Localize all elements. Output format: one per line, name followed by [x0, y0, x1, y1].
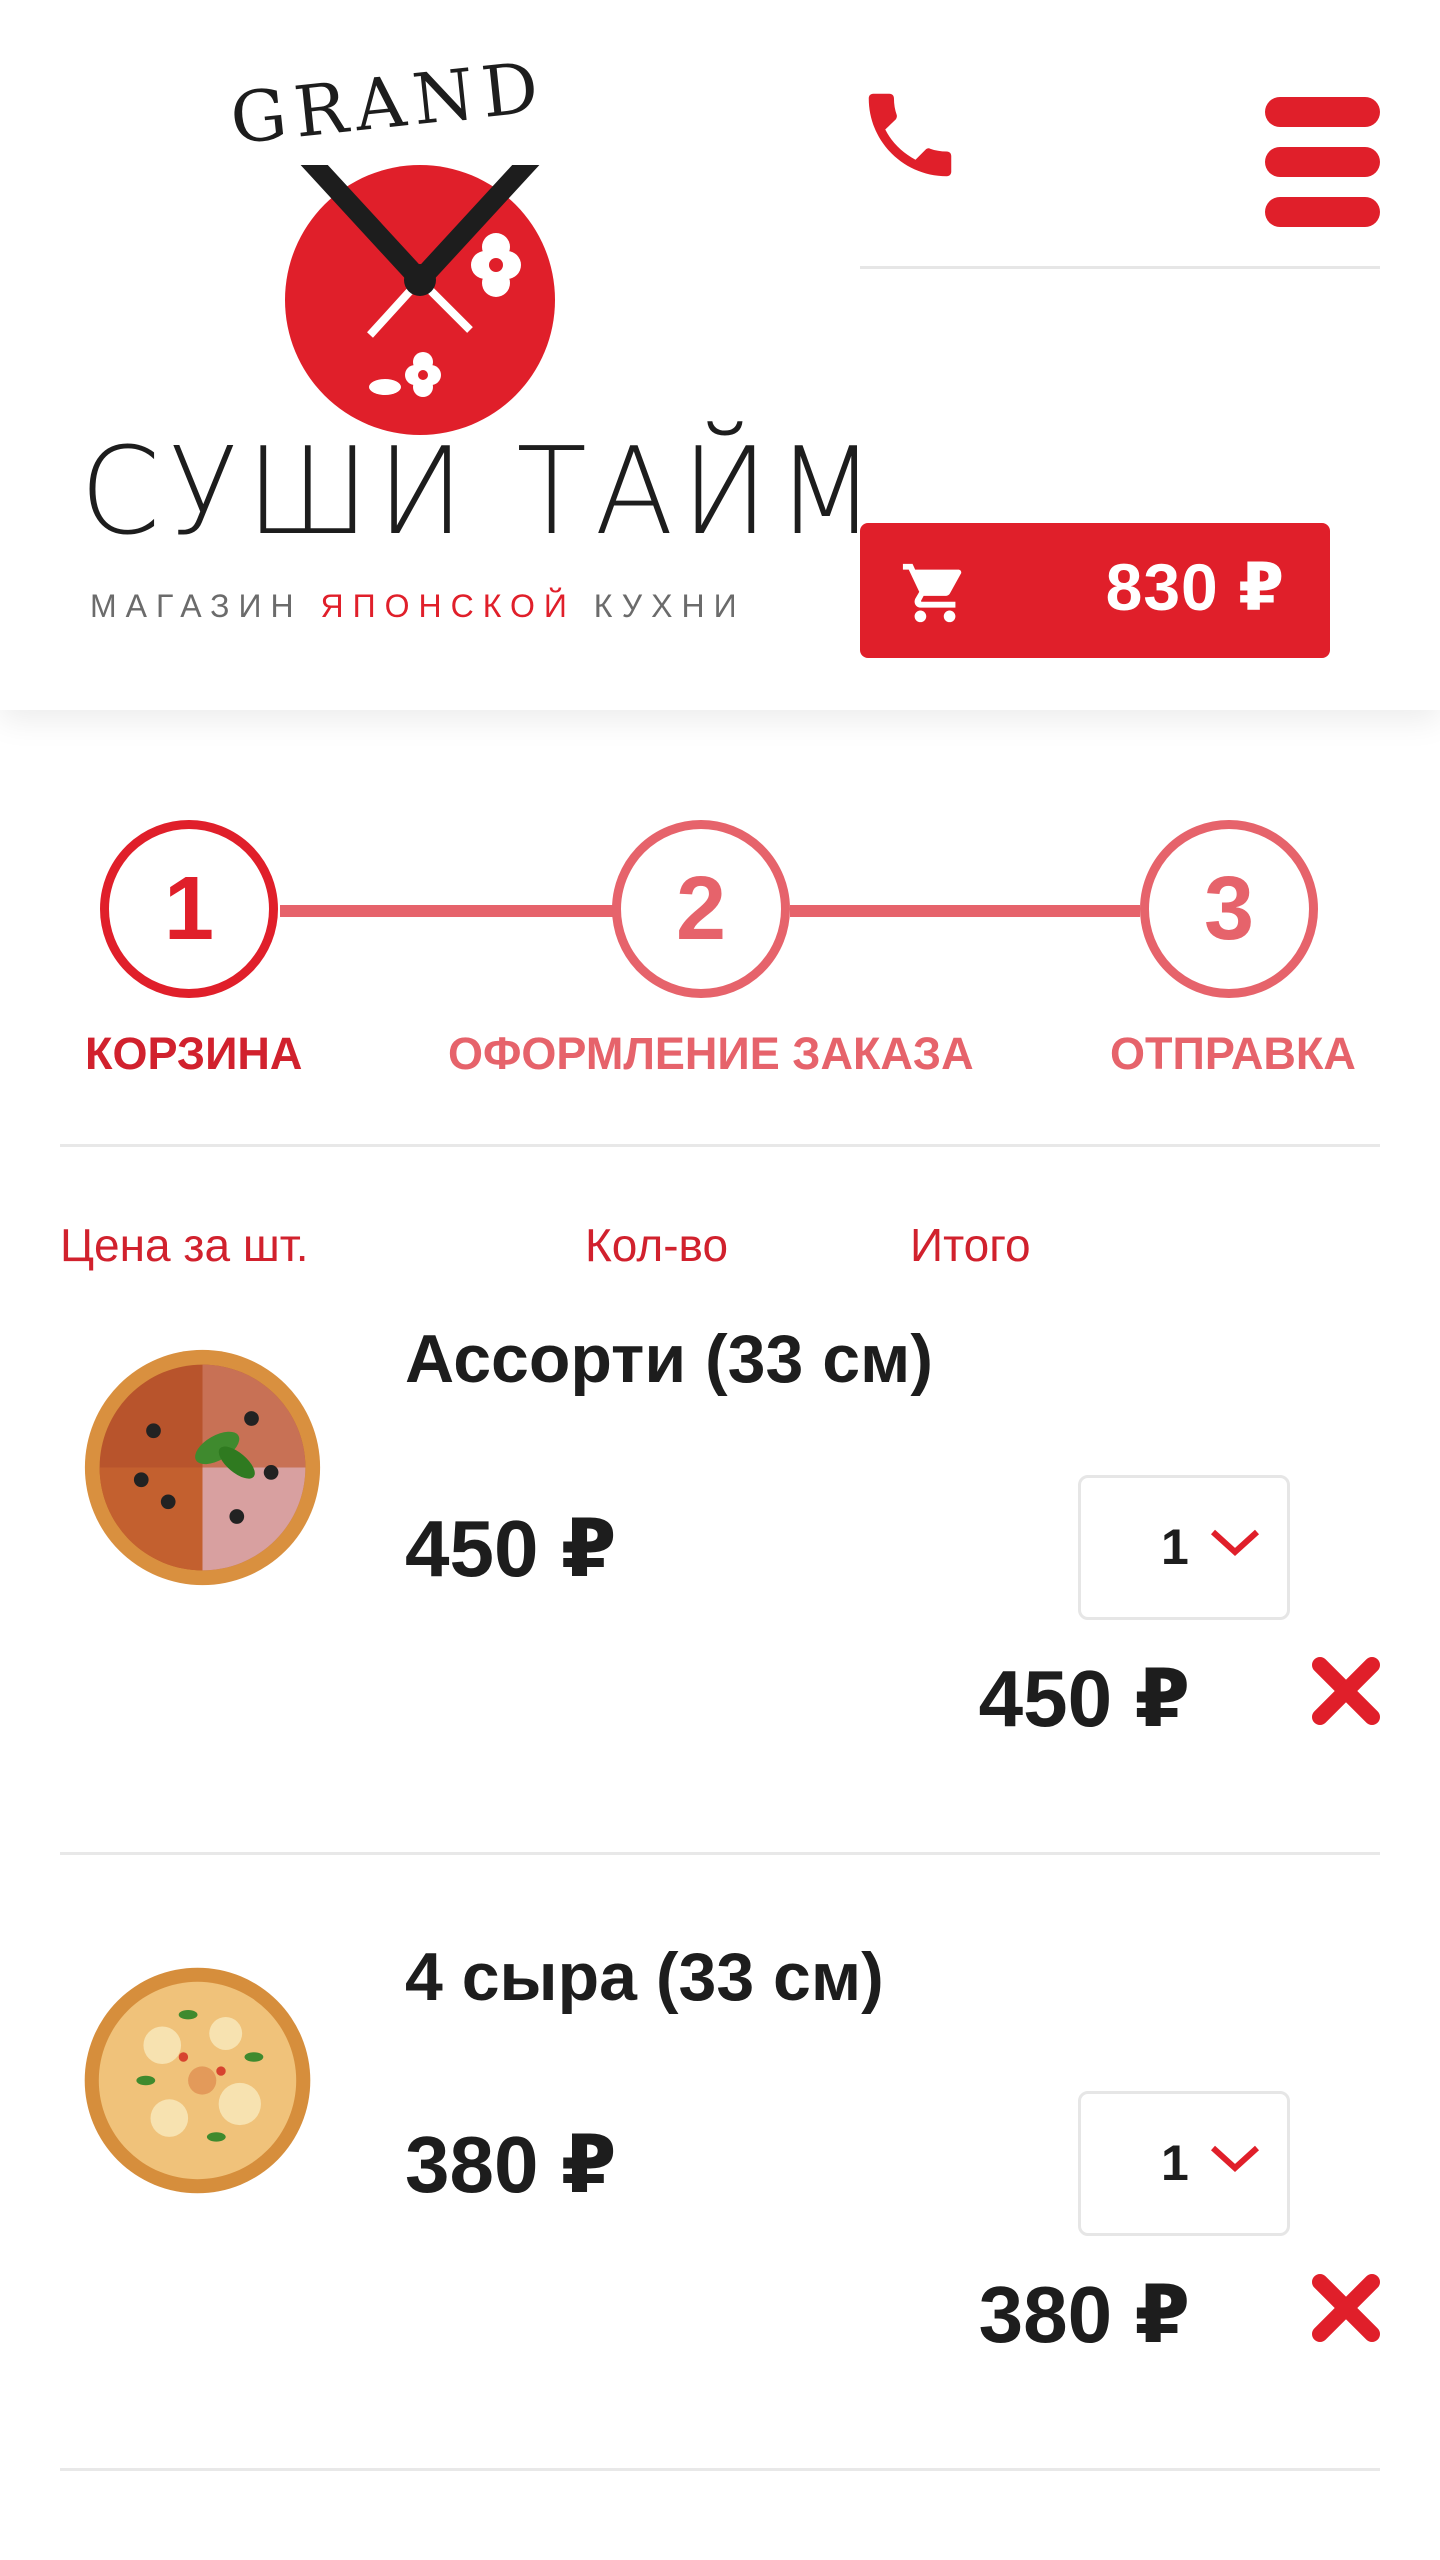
pizza-image	[80, 1963, 315, 2203]
phone-button[interactable]	[855, 80, 965, 190]
quantity-select[interactable]: 1	[1078, 1475, 1290, 1620]
cart-button[interactable]: 830 ₽	[860, 523, 1330, 658]
step-1-circle: 1	[100, 820, 278, 998]
cart-total: 830 ₽	[1105, 550, 1285, 624]
tagline-part: МАГАЗИН	[90, 588, 321, 624]
quantity-value: 1	[1161, 1519, 1189, 1575]
step-3-label: ОТПРАВКА	[1110, 1028, 1356, 1079]
step-1-label: КОРЗИНА	[85, 1028, 303, 1079]
menu-button[interactable]	[1265, 97, 1380, 227]
step-3-circle: 3	[1140, 820, 1318, 998]
step-connector	[280, 905, 630, 917]
logo-emblem	[285, 145, 555, 435]
item-price: 450 ₽	[405, 1504, 617, 1593]
column-header-qty: Кол-во	[585, 1219, 729, 1271]
phone-icon	[868, 93, 952, 177]
remove-item-button[interactable]	[1310, 1655, 1382, 1727]
tagline-accent: ЯПОНСКОЙ	[320, 588, 576, 624]
quantity-select[interactable]: 1	[1078, 2091, 1290, 2236]
item-price: 380 ₽	[405, 2120, 617, 2209]
step-2-circle: 2	[612, 820, 790, 998]
divider	[60, 1852, 1380, 1855]
remove-item-button[interactable]	[1310, 2272, 1382, 2344]
quantity-value: 1	[1161, 2135, 1189, 2191]
header-divider	[860, 266, 1380, 269]
close-icon	[1312, 1657, 1380, 1725]
chopsticks-icon	[295, 145, 545, 397]
close-icon	[1312, 2274, 1380, 2342]
cart-icon	[902, 563, 962, 623]
divider	[60, 2468, 1380, 2471]
item-total: 380 ₽	[978, 2270, 1190, 2359]
logo-tagline: МАГАЗИН ЯПОНСКОЙ КУХНИ	[90, 588, 746, 625]
tagline-part: КУХНИ	[575, 588, 746, 624]
logo-brand-name: СУШИ ТАЙМ	[80, 421, 884, 563]
divider	[60, 1144, 1380, 1147]
column-header-price: Цена за шт.	[60, 1219, 309, 1271]
item-name: 4 сыра (33 см)	[405, 1939, 884, 2015]
item-name: Ассорти (33 см)	[405, 1321, 933, 1397]
chevron-down-icon	[1210, 2145, 1260, 2173]
pizza-image	[80, 1345, 325, 1595]
column-header-total: Итого	[910, 1219, 1031, 1271]
step-2-label: ОФОРМЛЕНИЕ ЗАКАЗА	[448, 1028, 974, 1079]
chevron-down-icon	[1210, 1529, 1260, 1557]
step-connector	[790, 905, 1140, 917]
item-total: 450 ₽	[978, 1654, 1190, 1743]
